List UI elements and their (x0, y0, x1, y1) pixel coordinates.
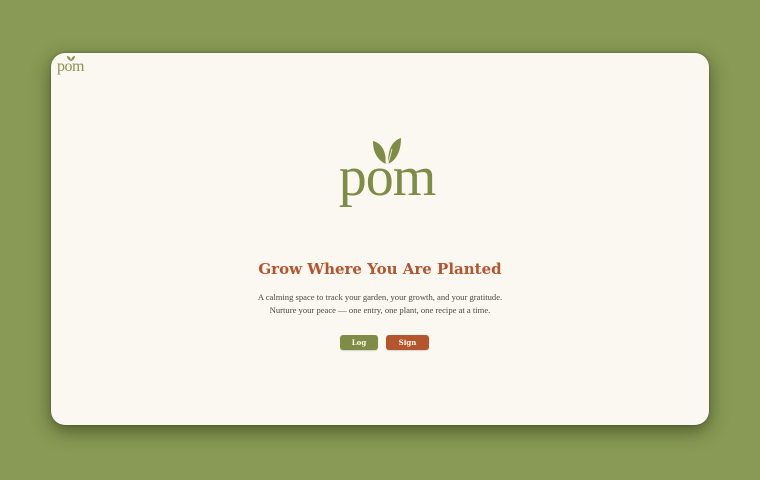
auth-buttons: Log In Sign Up (340, 335, 429, 362)
tagline-line-2: Nurture your peace — one entry, one plan… (269, 305, 491, 315)
login-button[interactable]: Log In (340, 335, 378, 362)
app-window: pom pom Grow Where You Are Planted A cal… (51, 53, 709, 425)
page-headline: Grow Where You Are Planted (258, 260, 502, 278)
hero-logo: pom (327, 137, 447, 217)
signup-button[interactable]: Sign Up (386, 335, 429, 362)
leaf-icon (66, 55, 76, 62)
hero-logo-wordmark: pom (338, 146, 437, 208)
tagline-line-1: A calming space to track your garden, yo… (257, 292, 503, 302)
corner-logo[interactable]: pom (57, 55, 85, 77)
